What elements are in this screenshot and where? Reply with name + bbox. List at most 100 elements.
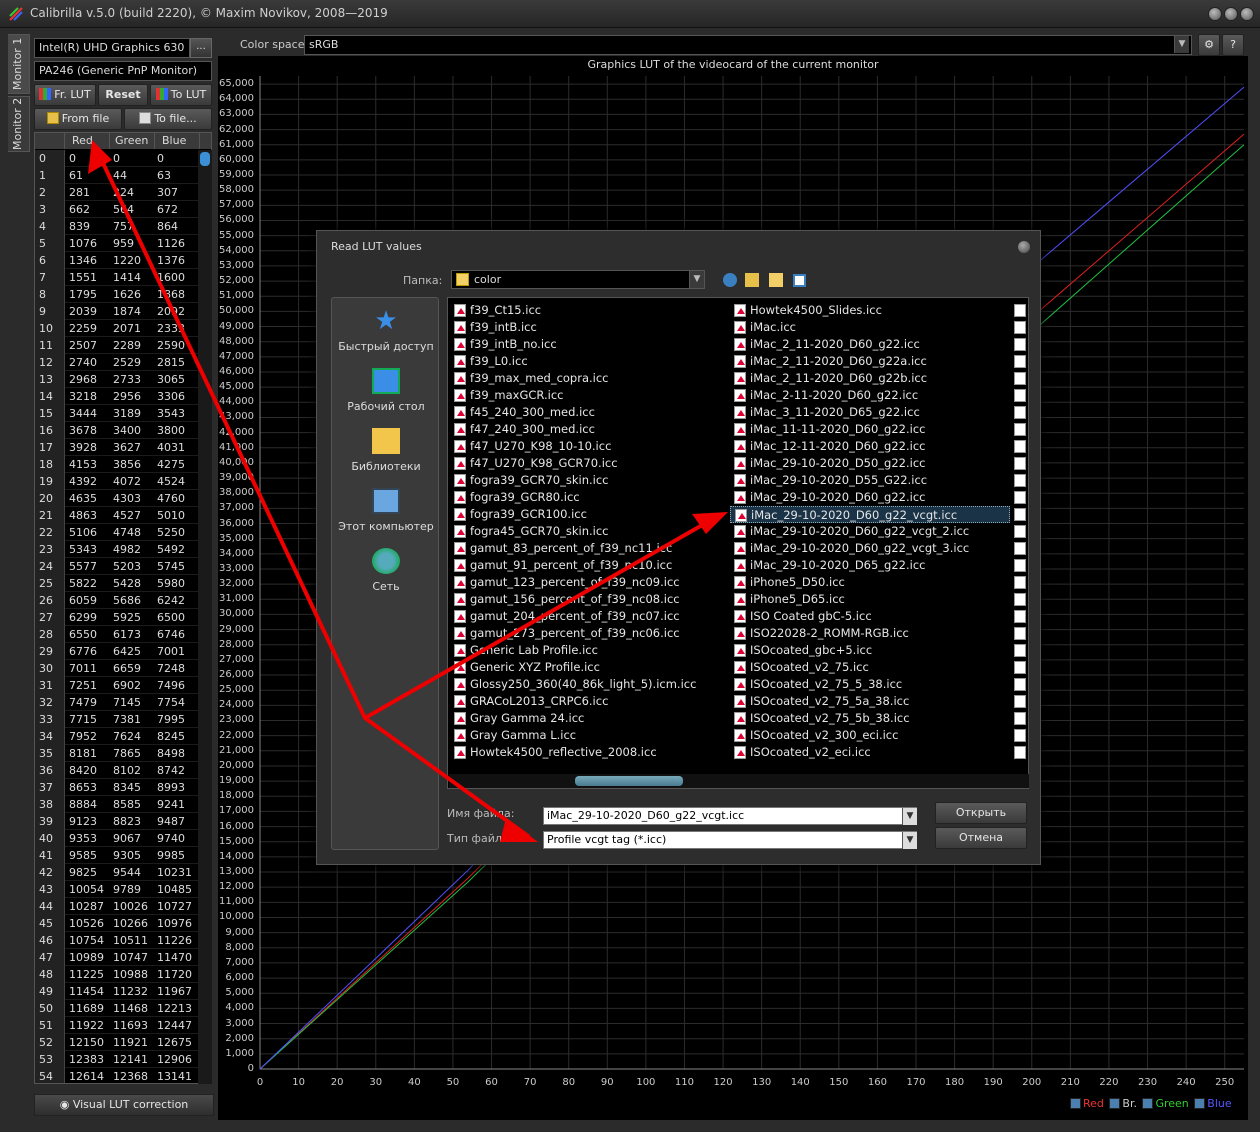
maximize-button[interactable] [1224,7,1238,21]
table-row[interactable]: 50 11689 11468 12213 [35,1000,211,1017]
table-row[interactable]: 21 4863 4527 5010 [35,507,211,524]
file-item[interactable]: iMac_11-11-2020_D60_g22.icc [730,421,1010,438]
file-item[interactable]: iPhone5_D65.icc [730,591,1010,608]
close-button[interactable] [1240,7,1254,21]
place-this-pc[interactable]: Этот компьютер [332,488,440,533]
file-item[interactable]: fogra39_GCR70_skin.icc [450,472,728,489]
settings-button[interactable]: ⚙ [1198,34,1220,56]
lut-table[interactable]: Red Green Blue 0 0 0 0 1 61 44 63 2 281 224 307 3 662… [34,132,212,1084]
to-lut-button[interactable]: To LUT [150,84,212,106]
file-item[interactable]: GRACoL2013_CRPC6.icc [450,693,728,710]
open-button[interactable]: Открыть [935,802,1027,824]
chevron-down-icon[interactable]: ▼ [902,808,917,825]
table-row[interactable]: 17 3928 3627 4031 [35,439,211,456]
gpu-select[interactable]: Intel(R) UHD Graphics 630 [34,38,190,58]
table-row[interactable]: 37 8653 8345 8993 [35,779,211,796]
table-row[interactable]: 36 8420 8102 8742 [35,762,211,779]
table-row[interactable]: 0000 [35,150,211,167]
minimize-button[interactable] [1208,7,1222,21]
place-libraries[interactable]: Библиотеки [332,428,440,473]
file-item[interactable]: iMac_2_11-2020_D60_g22b.icc [730,370,1010,387]
file-item[interactable]: iMac_29-10-2020_D60_g22_vcgt_3.icc [730,540,1010,557]
file-item[interactable]: fogra45_GCR70_skin.icc [450,523,728,540]
file-item[interactable]: f47_U270_K98_10-10.icc [450,438,728,455]
file-item[interactable]: fogra39_GCR80.icc [450,489,728,506]
file-item[interactable]: f39_intB_no.icc [450,336,728,353]
table-row[interactable]: 32 7479 7145 7754 [35,694,211,711]
table-row[interactable]: 18 4153 3856 4275 [35,456,211,473]
table-row[interactable]: 48 11225 10988 11720 [35,966,211,983]
up-folder-icon[interactable] [745,273,759,287]
file-item[interactable]: ISOcoated_v2_eci.icc [730,744,1010,761]
blue-checkbox[interactable] [1194,1098,1206,1109]
table-row[interactable]: 24 5577 5203 5745 [35,558,211,575]
file-item[interactable]: gamut_83_percent_of_f39_nc11.icc [450,540,728,557]
file-item[interactable]: f39_maxGCR.icc [450,387,728,404]
file-item[interactable]: f39_intB.icc [450,319,728,336]
monitor-select[interactable]: PA246 (Generic PnP Monitor) [34,61,212,81]
visual-lut-correction-button[interactable]: ◉ Visual LUT correction [34,1094,214,1116]
table-row[interactable]: 30 7011 6659 7248 [35,660,211,677]
to-file-button[interactable]: To file... [124,108,212,130]
file-item[interactable]: iMac_12-11-2020_D60_g22.icc [730,438,1010,455]
table-scrollbar[interactable] [198,150,212,1084]
table-row[interactable]: 16 3678 3400 3800 [35,422,211,439]
file-item[interactable]: f45_240_300_med.icc [450,404,728,421]
table-row[interactable]: 2 281 224 307 [35,184,211,201]
table-row[interactable]: 51 11922 11693 12447 [35,1017,211,1034]
back-icon[interactable] [723,273,737,287]
file-item[interactable]: iMac.icc [730,319,1010,336]
file-item[interactable]: Glossy250_360(40_86k_light_5).icm.icc [450,676,728,693]
file-item[interactable]: Generic Lab Profile.icc [450,642,728,659]
table-row[interactable]: 3 662 564 672 [35,201,211,218]
file-item[interactable]: Howtek4500_Slides.icc [730,302,1010,319]
file-item[interactable]: ISOcoated_v2_75_5b_38.icc [730,710,1010,727]
file-item[interactable]: f39_L0.icc [450,353,728,370]
table-scroll-thumb[interactable] [200,152,210,166]
file-item[interactable]: iMac_3_11-2020_D65_g22.icc [730,404,1010,421]
place-network[interactable]: Сеть [332,548,440,593]
file-item[interactable]: iMac_29-10-2020_D60_g22_vcgt_2.icc [730,523,1010,540]
file-item[interactable]: iMac_29-10-2020_D65_g22.icc [730,557,1010,574]
file-item[interactable]: ISO Coated gbC-5.icc [730,608,1010,625]
table-row[interactable]: 44 10287 10026 10727 [35,898,211,915]
file-item[interactable]: iMac_29-10-2020_D50_g22.icc [730,455,1010,472]
reset-button[interactable]: Reset [98,84,148,106]
table-row[interactable]: 6 1346 1220 1376 [35,252,211,269]
more-button[interactable]: ... [190,38,212,58]
table-row[interactable]: 53 12383 12141 12906 [35,1051,211,1068]
green-checkbox[interactable] [1142,1098,1154,1109]
table-row[interactable]: 31 7251 6902 7496 [35,677,211,694]
file-item[interactable]: iPhone5_D50.icc [730,574,1010,591]
tab-monitor-1[interactable]: Monitor 1 [8,34,30,94]
table-row[interactable]: 54 12614 12368 13141 [35,1068,211,1083]
from-lut-button[interactable]: Fr. LUT [34,84,96,106]
file-item[interactable]: ISOcoated_v2_75_5a_38.icc [730,693,1010,710]
file-item[interactable]: iMac_29-10-2020_D55_G22.icc [730,472,1010,489]
view-menu-icon[interactable] [793,274,806,287]
file-item[interactable]: gamut_91_percent_of_f39_nc10.icc [450,557,728,574]
table-row[interactable]: 23 5343 4982 5492 [35,541,211,558]
filename-input[interactable]: iMac_29-10-2020_D60_g22_vcgt.icc [543,807,917,825]
table-row[interactable]: 11 2507 2289 2590 [35,337,211,354]
table-row[interactable]: 20 4635 4303 4760 [35,490,211,507]
table-row[interactable]: 15 3444 3189 3543 [35,405,211,422]
new-folder-icon[interactable] [769,273,783,287]
file-item[interactable]: Gray Gamma L.icc [450,727,728,744]
file-item[interactable]: iMac_2_11-2020_D60_g22.icc [730,336,1010,353]
brightness-checkbox[interactable] [1109,1098,1121,1109]
table-row[interactable]: 33 7715 7381 7995 [35,711,211,728]
dialog-close-button[interactable] [1018,241,1030,253]
file-list[interactable]: f39_Ct15.icc f39_intB.icc f39_intB_no.icc f… [447,297,1029,789]
folder-select[interactable]: color ▼ [451,270,705,289]
file-item[interactable]: f39_max_med_copra.icc [450,370,728,387]
table-row[interactable]: 19 4392 4072 4524 [35,473,211,490]
table-row[interactable]: 43 10054 9789 10485 [35,881,211,898]
file-item[interactable]: Howtek4500_reflective_2008.icc [450,744,728,761]
table-row[interactable]: 47 10989 10747 11470 [35,949,211,966]
table-row[interactable]: 22 5106 4748 5250 [35,524,211,541]
table-row[interactable]: 1 61 44 63 [35,167,211,184]
file-item[interactable]: iMac_29-10-2020_D60_g22.icc [730,489,1010,506]
filetype-select[interactable]: Profile vcgt tag (*.icc) [543,831,917,849]
table-row[interactable]: 39 9123 8823 9487 [35,813,211,830]
